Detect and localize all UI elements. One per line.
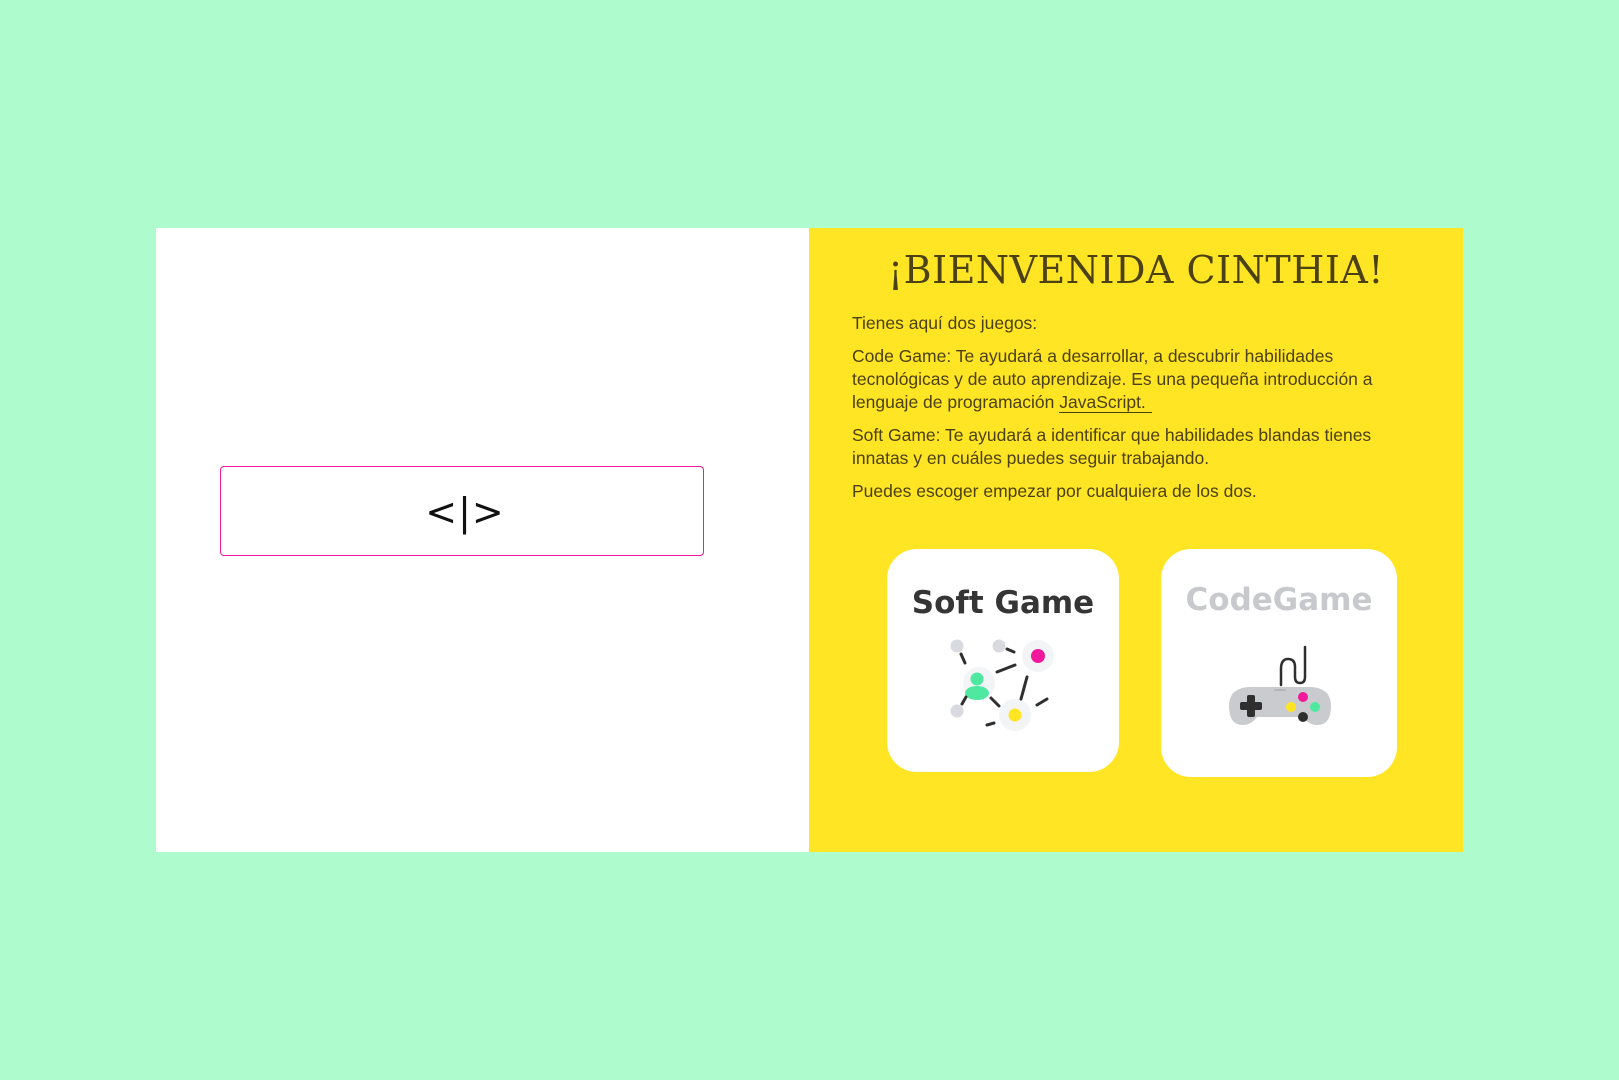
soft-game-label: Soft Game	[911, 585, 1095, 621]
soft-game-description: Soft Game: Te ayudará a identificar que …	[852, 425, 1372, 468]
network-people-icon	[949, 639, 1059, 739]
soft-game-button[interactable]: Soft Game	[887, 549, 1119, 772]
code-game-description: Code Game: Te ayudará a desarrollar, a d…	[852, 345, 1422, 414]
closing-paragraph: Puedes escoger empezar por cualquiera de…	[852, 481, 1257, 501]
main-card: <|> ¡BIENVENIDA CINTHIA! Tienes aquí dos…	[156, 228, 1463, 852]
code-game-label: CodeGame	[1185, 582, 1373, 618]
right-panel: ¡BIENVENIDA CINTHIA! Tienes aquí dos jue…	[809, 228, 1463, 852]
left-panel: <|>	[156, 228, 809, 852]
intro-paragraph: Tienes aquí dos juegos:	[852, 313, 1038, 333]
logo: <|>	[425, 490, 505, 534]
page-title: ¡BIENVENIDA CINTHIA!	[887, 248, 1385, 292]
code-game-button[interactable]: CodeGame	[1161, 549, 1397, 777]
javascript-link[interactable]: JavaScript.	[1059, 392, 1152, 413]
gamepad-icon	[1229, 641, 1331, 733]
intro-text-block: Tienes aquí dos juegos: Code Game: Te ay…	[852, 312, 1422, 513]
logo-box: <|>	[220, 466, 704, 556]
